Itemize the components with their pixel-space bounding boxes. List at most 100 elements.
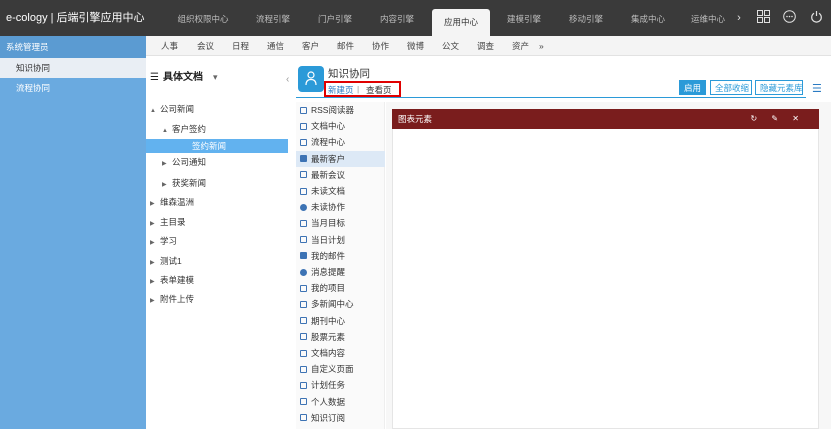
element-library-item[interactable]: 当月目标 xyxy=(296,215,385,231)
tree-node[interactable]: ▲ 客户签约 xyxy=(146,122,288,136)
collapsed-arrow-icon[interactable]: ▶ xyxy=(150,197,160,211)
element-library-item[interactable]: 计划任务 xyxy=(296,377,385,393)
subnav-hr[interactable]: 人事 xyxy=(161,36,178,56)
subnav-document[interactable]: 公文 xyxy=(442,36,459,56)
tree-node[interactable]: 签约新闻 xyxy=(146,139,288,153)
element-library-label: RSS阅读器 xyxy=(311,105,354,115)
expanded-arrow-icon[interactable]: ▲ xyxy=(150,104,160,118)
subnav-weibo[interactable]: 微博 xyxy=(407,36,424,56)
element-library-item[interactable]: 消息提醒 xyxy=(296,264,385,280)
subnav-assets[interactable]: 资产 xyxy=(512,36,529,56)
collapsed-arrow-icon[interactable]: ▶ xyxy=(150,275,160,289)
tree-node[interactable]: ▶ 公司通知 xyxy=(146,155,288,169)
subnav-calendar[interactable]: 日程 xyxy=(232,36,249,56)
element-library-label: 股票元素 xyxy=(311,331,346,342)
subnav-meeting[interactable]: 会议 xyxy=(197,36,214,56)
enable-button[interactable]: 启用 xyxy=(679,80,706,95)
element-library-item[interactable]: 自定义页面 xyxy=(296,361,385,377)
grid-icon[interactable] xyxy=(755,10,771,26)
element-type-icon xyxy=(300,155,307,163)
list-view-icon[interactable]: ☰ xyxy=(812,82,822,95)
tree-node-label: 公司新闻 xyxy=(160,104,195,114)
sidebar-item-knowledge[interactable]: 知识协同 xyxy=(0,58,146,78)
element-type-icon xyxy=(300,300,307,308)
tree-node-label: 维森温洲 xyxy=(160,197,195,207)
element-library-item[interactable]: 多新闻中心 xyxy=(296,296,385,312)
tree-node[interactable]: ▶ 学习 xyxy=(146,234,288,248)
element-library-item[interactable]: 当日计划 xyxy=(296,232,385,248)
top-tab-integration[interactable]: 集成中心 xyxy=(621,0,675,36)
tree-node[interactable]: ▶ 测试1 xyxy=(146,254,288,268)
hide-library-button[interactable]: 隐藏元素库 xyxy=(755,80,803,95)
element-library-item[interactable]: 文档中心 xyxy=(296,118,385,134)
element-type-icon xyxy=(300,187,307,195)
collapsed-arrow-icon[interactable]: ▶ xyxy=(150,294,160,308)
top-tab-app-center[interactable]: 应用中心 xyxy=(432,9,490,36)
element-type-icon xyxy=(300,381,307,389)
subnav-customer[interactable]: 客户 xyxy=(302,36,319,56)
element-library-label: 我的邮件 xyxy=(311,250,346,261)
top-tab-mobile[interactable]: 移动引擎 xyxy=(559,0,613,36)
subnav-more-icon[interactable]: » xyxy=(539,36,544,56)
element-type-icon xyxy=(300,333,307,341)
sidebar-item-workflow[interactable]: 流程协同 xyxy=(0,78,146,98)
chevron-right-icon[interactable]: › xyxy=(731,10,747,26)
element-library-item[interactable]: 最新会议 xyxy=(296,167,385,183)
element-library-item[interactable]: 文档内容 xyxy=(296,345,385,361)
element-library-label: 知识订阅 xyxy=(311,412,346,423)
collapsed-arrow-icon[interactable]: ▶ xyxy=(150,217,160,231)
element-library-item[interactable]: 股票元素 xyxy=(296,329,385,345)
subnav-communication[interactable]: 通信 xyxy=(267,36,284,56)
collapse-all-button[interactable]: 全部收缩 xyxy=(710,80,752,95)
collapsed-arrow-icon[interactable]: ▶ xyxy=(162,178,172,192)
element-library-item[interactable]: 知识订阅 xyxy=(296,410,385,426)
subnav-collaboration[interactable]: 协作 xyxy=(372,36,389,56)
element-library-item[interactable]: RSS阅读器 xyxy=(296,102,385,118)
chart-portlet-header[interactable]: 图表元素 ↻ ✎ ✕ xyxy=(392,109,819,129)
top-tab-modeling[interactable]: 建模引擎 xyxy=(497,0,551,36)
collapsed-arrow-icon[interactable]: ▶ xyxy=(162,157,172,171)
element-library-item[interactable]: 流程中心 xyxy=(296,134,385,150)
element-library-item[interactable]: 未读文档 xyxy=(296,183,385,199)
element-library-item[interactable]: 未读协作 xyxy=(296,199,385,215)
more-icon[interactable] xyxy=(781,10,797,26)
portlet-tools-icon[interactable]: ↻ ✎ ✕ xyxy=(750,109,805,129)
sidebar-user[interactable]: 系统管理员 xyxy=(0,36,146,58)
element-type-icon xyxy=(300,252,307,260)
tab-view-page[interactable]: 查看页 xyxy=(366,84,392,96)
tree-node[interactable]: ▶ 维森温洲 xyxy=(146,195,288,209)
chevron-down-icon[interactable]: ▾ xyxy=(213,72,218,82)
element-library-label: 消息提醒 xyxy=(311,267,346,277)
element-library-item[interactable]: 个人数据 xyxy=(296,394,385,410)
element-library-item[interactable]: 我的项目 xyxy=(296,280,385,296)
top-tab-org[interactable]: 组织权限中心 xyxy=(170,0,236,36)
element-type-icon xyxy=(300,106,307,114)
tree-node[interactable]: ▶ 主目录 xyxy=(146,215,288,229)
element-library-label: 计划任务 xyxy=(311,380,346,391)
sub-navigation: 人事 会议 日程 通信 客户 邮件 协作 微博 公文 调查 资产 » xyxy=(146,36,831,56)
tree-header-label: 具体文档 xyxy=(162,72,203,83)
element-library-item[interactable]: 期刊中心 xyxy=(296,313,385,329)
tree-header[interactable]: ☰ 具体文档 ▾ xyxy=(150,68,218,83)
subnav-mail[interactable]: 邮件 xyxy=(337,36,354,56)
collapsed-arrow-icon[interactable]: ▶ xyxy=(150,236,160,250)
tree-node[interactable]: ▶ 获奖新闻 xyxy=(146,176,288,190)
power-icon[interactable] xyxy=(808,10,824,26)
top-tab-workflow[interactable]: 流程引擎 xyxy=(246,0,300,36)
subnav-survey[interactable]: 调查 xyxy=(477,36,494,56)
tree-node-label: 客户签约 xyxy=(172,124,207,134)
expanded-arrow-icon[interactable]: ▲ xyxy=(162,124,172,138)
tree-node[interactable]: ▶ 表单建模 xyxy=(146,273,288,287)
knowledge-app-icon xyxy=(298,66,324,92)
tree-node[interactable]: ▶ 附件上传 xyxy=(146,292,288,306)
tab-new-page[interactable]: 新建页 xyxy=(328,84,354,96)
collapse-panel-icon[interactable]: ‹ xyxy=(286,74,296,88)
collapsed-arrow-icon[interactable]: ▶ xyxy=(150,256,160,270)
top-tab-ops[interactable]: 运维中心 xyxy=(683,0,733,36)
element-library-item[interactable]: 最新客户 xyxy=(296,150,385,167)
top-tab-content[interactable]: 内容引擎 xyxy=(370,0,424,36)
element-library-label: 个人数据 xyxy=(311,396,346,407)
tree-node[interactable]: ▲ 公司新闻 xyxy=(146,102,288,116)
top-tab-portal[interactable]: 门户引擎 xyxy=(308,0,362,36)
element-library-item[interactable]: 我的邮件 xyxy=(296,248,385,264)
